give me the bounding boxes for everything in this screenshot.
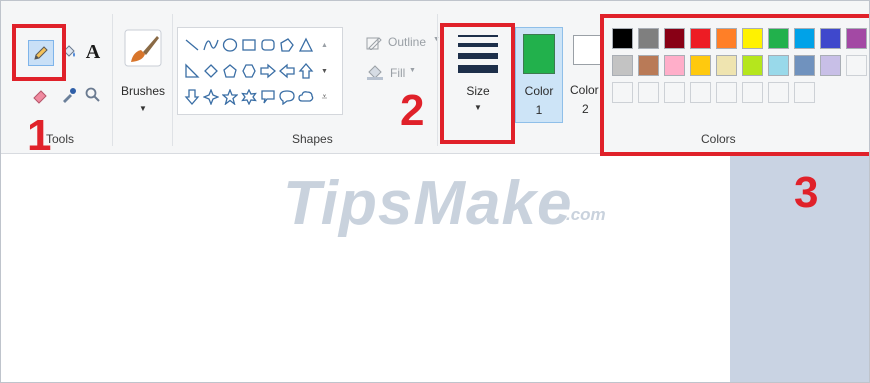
- window-frame: [0, 0, 870, 383]
